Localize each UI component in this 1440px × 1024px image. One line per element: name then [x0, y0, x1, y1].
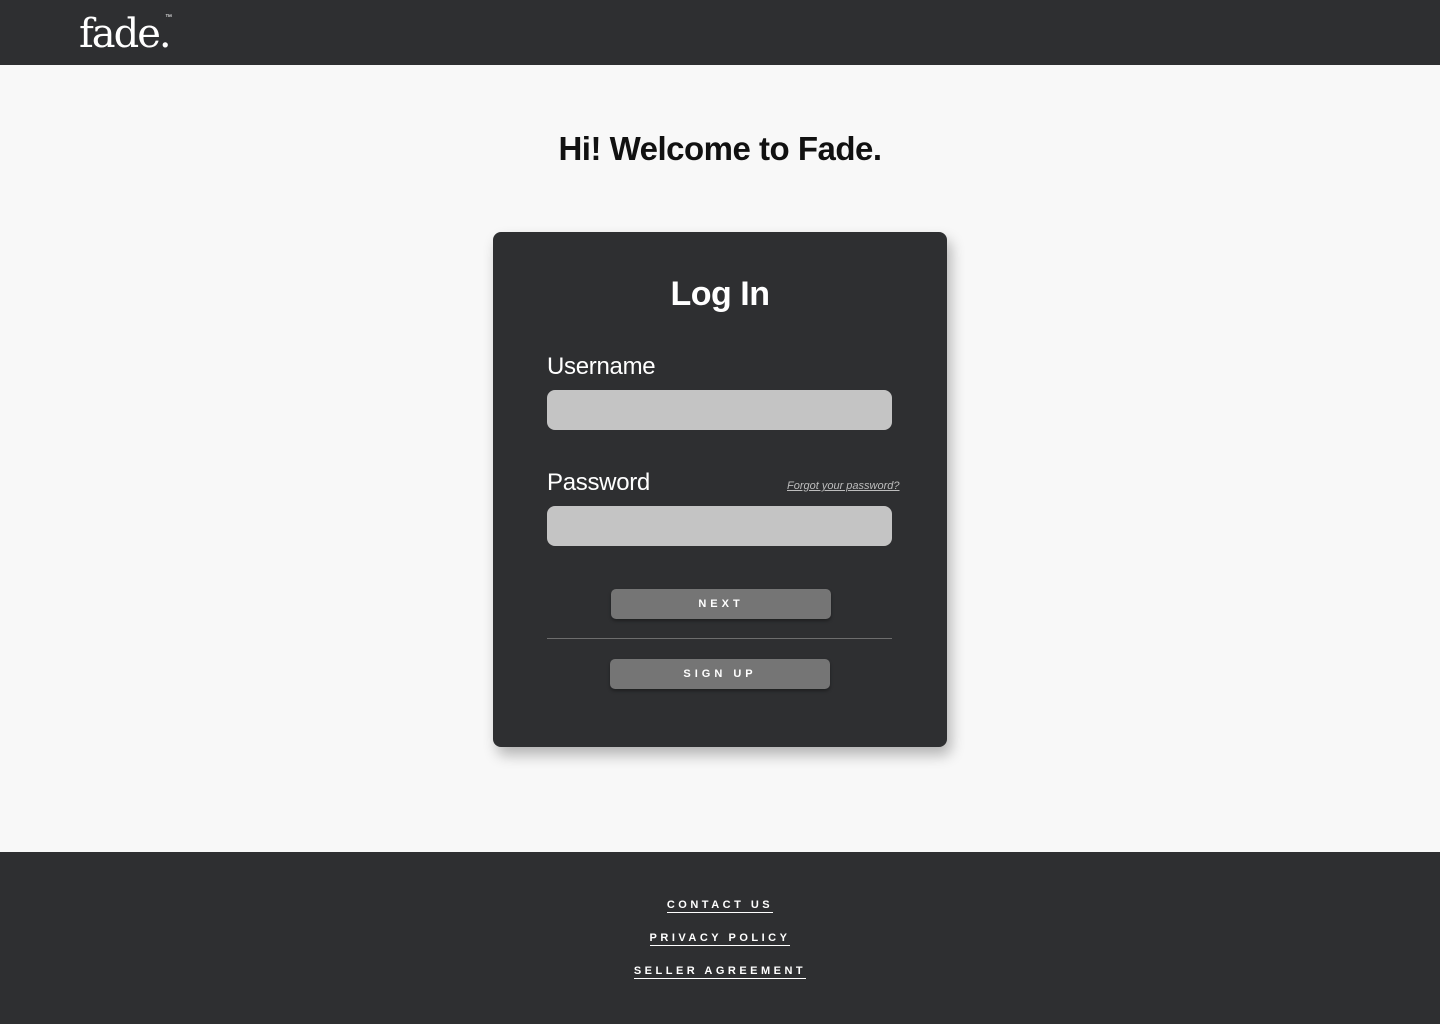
- welcome-brand: Fade.: [797, 130, 882, 167]
- username-input[interactable]: [547, 390, 892, 430]
- welcome-heading: Hi! Welcome to Fade.: [0, 128, 1440, 170]
- trademark-symbol: ™: [165, 14, 172, 21]
- sign-up-button[interactable]: SIGN UP: [610, 659, 830, 689]
- next-button[interactable]: NEXT: [611, 589, 831, 619]
- username-label: Username: [547, 353, 656, 380]
- privacy-policy-link[interactable]: PRIVACY POLICY: [649, 932, 791, 946]
- login-title: Log In: [670, 275, 770, 313]
- login-divider: [547, 638, 892, 639]
- top-nav-bar: fade. ™: [0, 0, 1440, 65]
- footer-contact-link-row: CONTACT US: [0, 898, 1440, 913]
- welcome-prefix: Hi! Welcome to: [558, 130, 798, 167]
- contact-us-link[interactable]: CONTACT US: [666, 899, 774, 913]
- fade-logo[interactable]: fade.: [79, 10, 172, 58]
- footer-privacy-link-row: PRIVACY POLICY: [0, 931, 1440, 946]
- seller-agreement-link[interactable]: SELLER AGREEMENT: [633, 965, 807, 979]
- forgot-password-link[interactable]: Forgot your password?: [787, 479, 900, 493]
- password-input[interactable]: [547, 506, 892, 546]
- footer-seller-link-row: SELLER AGREEMENT: [0, 964, 1440, 979]
- password-label: Password: [547, 469, 650, 496]
